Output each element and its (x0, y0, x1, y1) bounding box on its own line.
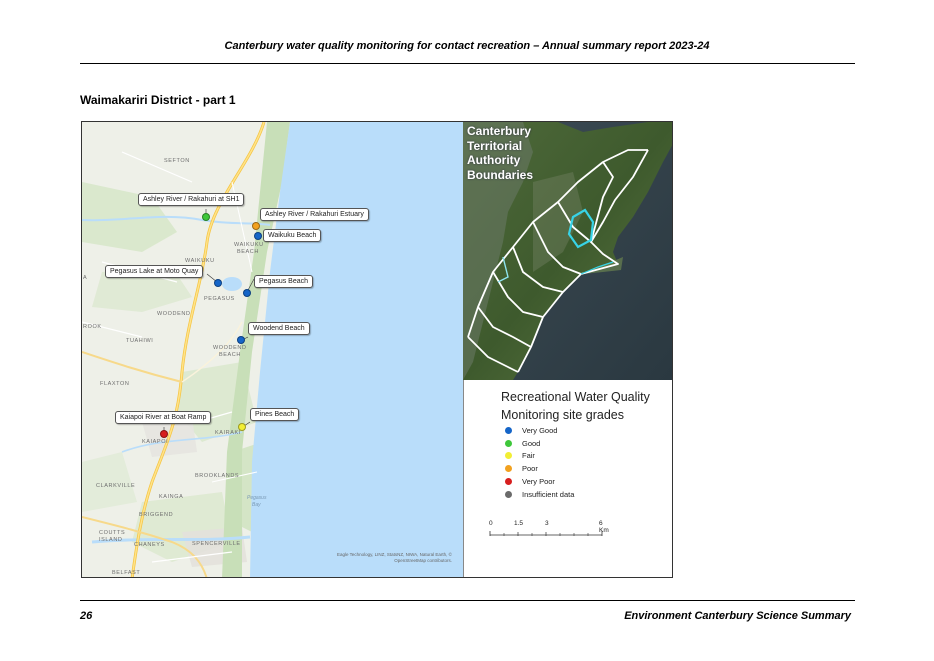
inset-title: Canterbury Territorial Authority Boundar… (467, 124, 534, 182)
report-header-title: Canterbury water quality monitoring for … (224, 40, 710, 52)
legend-item-good: Good (505, 437, 574, 450)
site-label-pegasus-beach[interactable]: Pegasus Beach (254, 275, 314, 288)
inset-map[interactable]: Canterbury Territorial Authority Boundar… (463, 122, 672, 380)
site-marker-pegasus-lake[interactable] (214, 279, 222, 287)
site-marker-pines-beach[interactable] (238, 423, 246, 431)
legend-dot-icon (505, 465, 512, 473)
legend-item-insufficient-data: Insufficient data (505, 488, 574, 501)
legend-dot-icon (505, 426, 512, 434)
legend-item-very-good: Very Good (505, 424, 574, 437)
site-label-woodend-beach[interactable]: Woodend Beach (248, 322, 310, 335)
legend-dot-icon (505, 452, 512, 460)
scale-label-0: 0 (489, 520, 493, 527)
scale-bar: 0 1.5 3 6 Km (489, 520, 609, 540)
site-marker-ashley-sh1[interactable] (202, 213, 210, 221)
section-title: Waimakariri District - part 1 (80, 93, 236, 107)
legend-item-fair: Fair (505, 450, 574, 463)
site-label-pegasus-lake[interactable]: Pegasus Lake at Moto Quay (105, 265, 204, 278)
site-marker-ashley-estuary[interactable] (252, 222, 260, 230)
legend-dot-icon (505, 490, 512, 498)
site-label-ashley-sh1[interactable]: Ashley River / Rakahuri at SH1 (138, 193, 245, 206)
footer-org-name: Environment Canterbury Science Summary (624, 610, 851, 622)
map-attribution: Eagle Technology, LINZ, StatsNZ, NIWA, N… (336, 552, 452, 563)
footer-divider (80, 600, 855, 601)
header-divider (80, 63, 855, 64)
site-label-kaiapoi-river[interactable]: Kaiapoi River at Boat Ramp (115, 411, 212, 424)
site-label-ashley-estuary[interactable]: Ashley River / Rakahuri Estuary (260, 208, 369, 221)
legend-items: Very Good Good Fair Poor Very Poor Insuf… (505, 424, 574, 501)
legend-item-very-poor: Very Poor (505, 475, 574, 488)
scale-label-1-5: 1.5 (514, 520, 524, 527)
legend-item-poor: Poor (505, 462, 574, 475)
site-marker-waikuku-beach[interactable] (254, 232, 262, 240)
map-figure: SEFTON WAIKUKU WAIKUKU BEACH PEGASUS WOO… (81, 121, 673, 578)
scale-label-3: 3 (545, 520, 549, 527)
page-number: 26 (80, 610, 93, 622)
site-marker-pegasus-beach[interactable] (243, 289, 251, 297)
site-marker-woodend-beach[interactable] (237, 336, 245, 344)
legend-dot-icon (505, 439, 512, 447)
legend-dot-icon (505, 478, 512, 486)
legend-title: Recreational Water Quality Monitoring si… (501, 390, 650, 422)
site-label-waikuku-beach[interactable]: Waikuku Beach (263, 229, 322, 242)
district-map[interactable]: SEFTON WAIKUKU WAIKUKU BEACH PEGASUS WOO… (82, 122, 463, 577)
legend-panel: Recreational Water Quality Monitoring si… (463, 380, 672, 577)
site-label-pines-beach[interactable]: Pines Beach (250, 408, 300, 421)
label-leaders (163, 209, 257, 434)
scale-bar-graphic (489, 531, 603, 536)
site-marker-kaiapoi-river[interactable] (160, 430, 168, 438)
